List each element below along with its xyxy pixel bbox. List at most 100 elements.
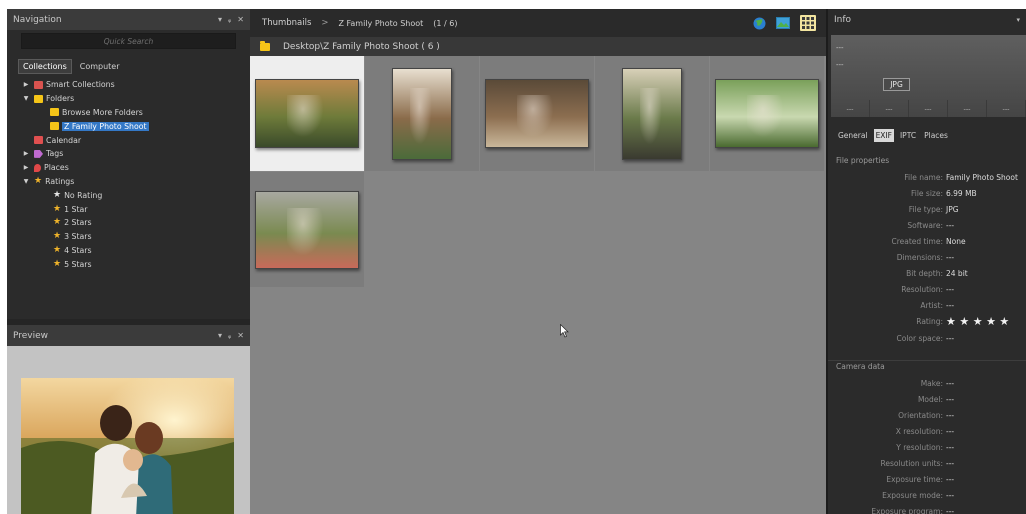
tag-icon: [34, 149, 43, 158]
property-key: X resolution:: [895, 426, 943, 436]
close-panel-icon[interactable]: ✕: [237, 15, 244, 24]
tree-item[interactable]: ▶ Tags: [21, 147, 250, 161]
preview-area: [7, 346, 250, 514]
tree-item[interactable]: Z Family Photo Shoot: [21, 119, 250, 133]
tab-computer[interactable]: Computer: [75, 59, 125, 74]
property-row: Y resolution: ---: [828, 441, 1026, 453]
summary-cells: --- --- --- --- ---: [831, 100, 1026, 117]
tree-item[interactable]: Browse More Folders: [21, 106, 250, 120]
property-value: ---: [946, 459, 955, 468]
tree-item-label: 2 Stars: [64, 218, 92, 228]
property-value: ---: [946, 394, 955, 404]
pin-panel-icon[interactable]: ᵩ: [228, 331, 231, 340]
summary-cell: ---: [987, 100, 1026, 117]
property-row: Model: ---: [828, 393, 1026, 405]
property-key: Artist:: [920, 301, 943, 311]
photo-view-icon[interactable]: [776, 17, 790, 29]
summary-cell: ---: [909, 100, 948, 117]
mouse-cursor-icon: [560, 324, 569, 338]
thumbnail-cell[interactable]: [595, 56, 709, 171]
smart-collections-icon: [34, 80, 43, 89]
thumbnails-toolbar: Thumbnails > Z Family Photo Shoot (1 / 6…: [250, 9, 826, 37]
tree-item[interactable]: ★ 1 Star: [21, 202, 250, 216]
panel-menu-icon[interactable]: ▾: [218, 331, 222, 340]
preview-panel: Preview ▾ ᵩ ✕: [7, 325, 250, 514]
thumb-5-image[interactable]: [715, 79, 819, 148]
preview-image: [21, 378, 234, 514]
property-value: ---: [946, 507, 955, 514]
panel-menu-icon[interactable]: ▾: [218, 15, 222, 24]
tree-item-label: Places: [44, 163, 69, 173]
property-row: Software: ---: [828, 219, 1026, 231]
expanded-arrow-icon[interactable]: ▼: [21, 95, 31, 102]
tab-iptc[interactable]: IPTC: [898, 129, 918, 142]
format-badge: JPG: [883, 78, 910, 91]
property-row: Exposure program: ---: [828, 506, 1026, 514]
tree-item-label: 1 Star: [64, 204, 88, 214]
pin-panel-icon[interactable]: ᵩ: [228, 15, 231, 24]
thumbnail-cell[interactable]: [250, 172, 364, 287]
tree-item[interactable]: ▶ Places: [21, 161, 250, 175]
collapsed-arrow-icon[interactable]: ▶: [21, 164, 31, 171]
tree-item-label: Browse More Folders: [62, 107, 143, 117]
tree-item[interactable]: ★ 2 Stars: [21, 216, 250, 230]
tree-item-label: 4 Stars: [64, 245, 92, 255]
preview-controls: ▾ ᵩ ✕: [218, 331, 244, 340]
tree-item[interactable]: ▼ ★ Ratings: [21, 175, 250, 189]
rating-stars[interactable]: ★ ★ ★ ★ ★: [946, 315, 1009, 328]
summary-cell: ---: [831, 100, 870, 117]
summary-placeholder: ---: [836, 61, 844, 69]
thumbnail-count: (1 / 6): [433, 18, 458, 28]
thumb-2-image[interactable]: [392, 67, 452, 160]
thumbnail-cell[interactable]: [365, 56, 479, 171]
property-key: Resolution units:: [880, 459, 943, 468]
property-key: Orientation:: [898, 410, 943, 420]
globe-icon[interactable]: [753, 17, 766, 30]
folder-icon: [34, 94, 43, 103]
tree-item[interactable]: ★ 3 Stars: [21, 230, 250, 244]
tree-item[interactable]: ▼ Folders: [21, 92, 250, 106]
breadcrumb-folder[interactable]: Z Family Photo Shoot: [339, 19, 424, 28]
tree-item[interactable]: Calendar: [21, 133, 250, 147]
navigation-panel: Navigation ▾ ᵩ ✕ Quick Search Collection…: [7, 9, 250, 319]
tab-collections[interactable]: Collections: [18, 59, 72, 74]
tab-places[interactable]: Places: [922, 129, 950, 142]
section-divider: [828, 360, 1026, 361]
thumbnail-grid: [250, 56, 826, 514]
grid-view-icon[interactable]: [800, 15, 816, 31]
thumb-3-image[interactable]: [485, 79, 589, 148]
tree-item[interactable]: ★ No Rating: [21, 188, 250, 202]
thumbnail-cell[interactable]: [250, 56, 364, 171]
tree-item[interactable]: ★ 5 Stars: [21, 257, 250, 271]
close-panel-icon[interactable]: ✕: [237, 331, 244, 340]
thumbnail-cell[interactable]: [710, 56, 824, 171]
property-key: Bit depth:: [906, 269, 943, 279]
info-header: Info ▾: [828, 9, 1026, 30]
property-row: Resolution: ---: [828, 284, 1026, 296]
tab-exif[interactable]: EXIF: [873, 129, 894, 142]
summary-cell: ---: [948, 100, 987, 117]
collapsed-arrow-icon[interactable]: ▶: [21, 81, 31, 88]
property-key: Color space:: [896, 333, 944, 343]
property-row: Orientation: ---: [828, 409, 1026, 421]
thumbnail-cell[interactable]: [480, 56, 594, 171]
thumb-1-image[interactable]: [255, 79, 359, 148]
property-row: Resolution units: ---: [828, 458, 1026, 470]
property-key: File name:: [904, 172, 943, 182]
tab-general[interactable]: General: [836, 129, 870, 142]
star-icon: ★: [53, 203, 62, 214]
tree-item[interactable]: ▶ Smart Collections: [21, 78, 250, 92]
thumb-6-image[interactable]: [255, 190, 359, 269]
tree-item[interactable]: ★ 4 Stars: [21, 244, 250, 258]
thumbnail-figures: [286, 94, 328, 142]
tree-item-label: 3 Stars: [64, 232, 92, 242]
property-value: 6.99 MB: [946, 188, 977, 198]
property-value: ---: [946, 442, 955, 452]
expanded-arrow-icon[interactable]: ▼: [21, 178, 31, 185]
thumb-4-image[interactable]: [622, 67, 682, 160]
thumbnail-figures: [516, 94, 558, 142]
quick-search-input[interactable]: Quick Search: [21, 33, 236, 49]
collapsed-arrow-icon[interactable]: ▶: [21, 150, 31, 157]
tree-item-label: Folders: [46, 94, 75, 104]
info-menu-icon[interactable]: ▾: [1016, 16, 1020, 24]
